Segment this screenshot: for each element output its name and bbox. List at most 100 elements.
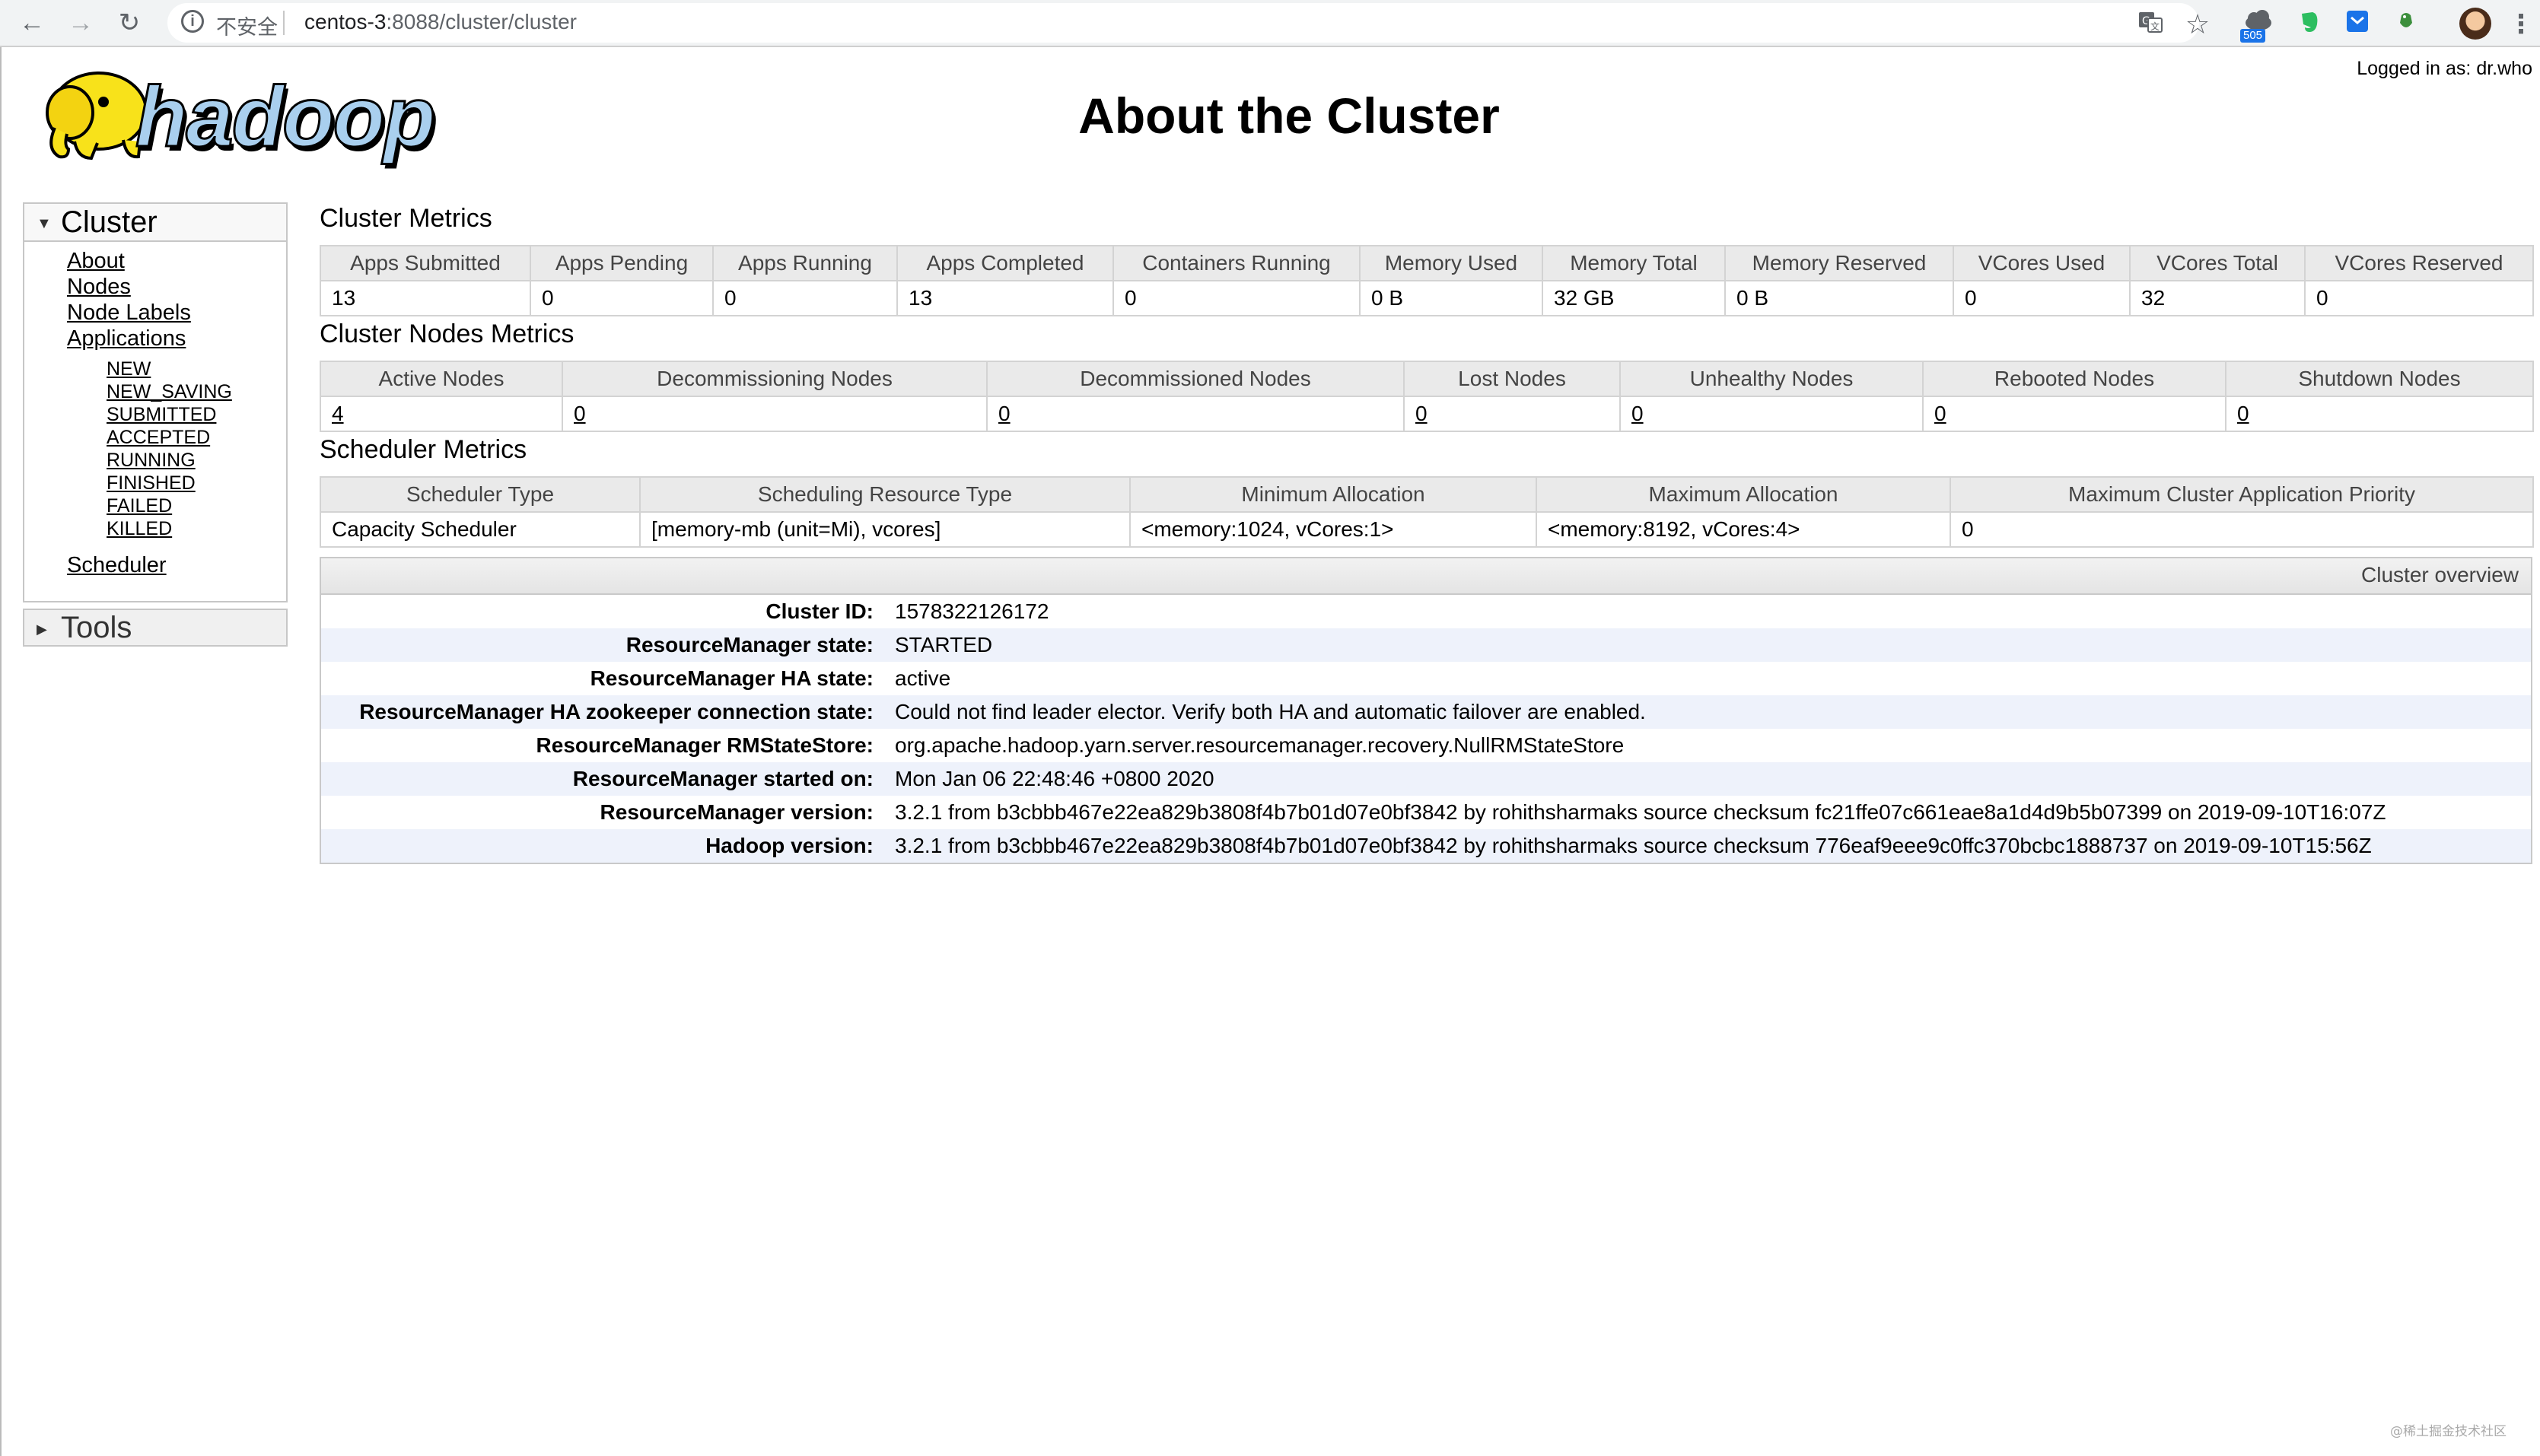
sidebar-cluster: ▼ Cluster About Nodes Node Labels Applica… bbox=[23, 202, 288, 602]
overview-value: Mon Jan 06 22:48:46 +0800 2020 bbox=[893, 762, 2531, 796]
column-header[interactable]: Containers Running bbox=[1112, 245, 1361, 281]
cluster-overview-header: Cluster overview bbox=[321, 558, 2531, 595]
app-state-submitted[interactable]: SUBMITTED bbox=[107, 404, 216, 425]
column-header[interactable]: Maximum Cluster Application Priority bbox=[1950, 476, 2534, 513]
metric-value: 0 bbox=[2304, 280, 2534, 316]
page-left-border bbox=[0, 47, 2, 1456]
column-header[interactable]: Memory Total bbox=[1542, 245, 1726, 281]
evernote-icon[interactable] bbox=[2293, 9, 2324, 40]
page-title: About the Cluster bbox=[1078, 87, 1500, 144]
node-metrics-header-row: Active Nodes Decommissioning Nodes Decom… bbox=[320, 361, 2534, 397]
app-state-new[interactable]: NEW bbox=[107, 358, 151, 380]
scheduler-value: <memory:1024, vCores:1> bbox=[1129, 511, 1537, 548]
app-state-finished[interactable]: FINISHED bbox=[107, 472, 196, 494]
column-header[interactable]: Shutdown Nodes bbox=[2225, 361, 2534, 397]
sidebar-link-scheduler[interactable]: Scheduler bbox=[67, 553, 167, 577]
active-nodes-link[interactable]: 4 bbox=[332, 402, 344, 425]
sidebar-link-applications[interactable]: Applications bbox=[67, 326, 186, 351]
reload-icon[interactable]: ↻ bbox=[113, 6, 146, 40]
unhealthy-nodes-link[interactable]: 0 bbox=[1631, 402, 1644, 425]
column-header[interactable]: VCores Total bbox=[2129, 245, 2306, 281]
table-row: Capacity Scheduler [memory-mb (unit=Mi),… bbox=[320, 511, 2534, 548]
column-header[interactable]: Lost Nodes bbox=[1403, 361, 1621, 397]
overview-label: Cluster ID: bbox=[766, 599, 874, 623]
cluster-overview-table: Cluster ID: 1578322126172 ResourceManager… bbox=[321, 595, 2531, 863]
decommissioning-nodes-link[interactable]: 0 bbox=[574, 402, 586, 425]
lost-nodes-link[interactable]: 0 bbox=[1415, 402, 1428, 425]
column-header[interactable]: VCores Reserved bbox=[2304, 245, 2534, 281]
table-row: 13 0 0 13 0 0 B 32 GB 0 B 0 32 0 bbox=[320, 280, 2534, 316]
column-header[interactable]: Scheduling Resource Type bbox=[639, 476, 1131, 513]
scheduler-metrics-table: Scheduler Type Scheduling Resource Type … bbox=[320, 476, 2534, 548]
column-header[interactable]: Decommissioned Nodes bbox=[986, 361, 1405, 397]
column-header[interactable]: Apps Running bbox=[712, 245, 898, 281]
column-header[interactable]: Decommissioning Nodes bbox=[562, 361, 988, 397]
sidebar-link-node-labels[interactable]: Node Labels bbox=[67, 300, 191, 325]
table-row: ResourceManager version: 3.2.1 from b3cbb… bbox=[321, 796, 2531, 829]
decommissioned-nodes-link[interactable]: 0 bbox=[998, 402, 1011, 425]
star-icon[interactable]: ☆ bbox=[2182, 9, 2213, 40]
app-state-killed[interactable]: KILLED bbox=[107, 518, 172, 539]
extension-badge: 505 bbox=[2240, 29, 2266, 43]
scheduler-value: <memory:8192, vCores:4> bbox=[1536, 511, 1951, 548]
table-row: ResourceManager started on: Mon Jan 06 22… bbox=[321, 762, 2531, 796]
page-content: hadoop hadoop About the Cluster Logged i… bbox=[0, 47, 2540, 1456]
column-header[interactable]: Maximum Allocation bbox=[1536, 476, 1951, 513]
metric-value: 32 GB bbox=[1542, 280, 1726, 316]
cluster-metrics-header-row: Apps Submitted Apps Pending Apps Running… bbox=[320, 245, 2534, 281]
sidebar-cluster-header[interactable]: ▼ Cluster bbox=[24, 204, 286, 242]
column-header[interactable]: Scheduler Type bbox=[320, 476, 641, 513]
metric-value: 13 bbox=[320, 280, 531, 316]
address-bar[interactable]: i 不安全 centos-3:8088/cluster/cluster bbox=[167, 3, 2199, 43]
overview-label: ResourceManager state: bbox=[321, 628, 893, 662]
back-arrow-icon[interactable]: ← bbox=[15, 6, 49, 40]
sidebar-tools-header[interactable]: ▶ Tools bbox=[23, 609, 288, 647]
column-header[interactable]: Apps Pending bbox=[530, 245, 714, 281]
overview-value: Could not find leader elector. Verify bo… bbox=[893, 695, 2531, 729]
sidebar-links: About Nodes Node Labels Applications NEW… bbox=[24, 242, 286, 586]
app-state-accepted[interactable]: ACCEPTED bbox=[107, 427, 210, 448]
app-state-running[interactable]: RUNNING bbox=[107, 450, 196, 471]
column-header[interactable]: Unhealthy Nodes bbox=[1619, 361, 1924, 397]
overview-label: ResourceManager started on: bbox=[321, 762, 893, 796]
url-divider bbox=[283, 11, 285, 35]
watermark: @稀土掘金技术社区 bbox=[2390, 1424, 2507, 1439]
overview-value: STARTED bbox=[893, 628, 2531, 662]
triangle-right-icon: ▶ bbox=[37, 622, 47, 637]
rebooted-nodes-link[interactable]: 0 bbox=[1934, 402, 1946, 425]
sidebar-link-about[interactable]: About bbox=[67, 249, 125, 273]
table-row: 4 0 0 0 0 0 0 bbox=[320, 396, 2534, 432]
url-text[interactable]: centos-3:8088/cluster/cluster bbox=[304, 10, 577, 34]
column-header[interactable]: Memory Used bbox=[1359, 245, 1543, 281]
column-header[interactable]: Memory Reserved bbox=[1724, 245, 1954, 281]
column-header[interactable]: Apps Submitted bbox=[320, 245, 531, 281]
cluster-metrics-table: Apps Submitted Apps Pending Apps Running… bbox=[320, 245, 2534, 316]
overview-label: ResourceManager HA zookeeper connection … bbox=[321, 695, 893, 729]
app-state-failed[interactable]: FAILED bbox=[107, 495, 172, 517]
sidebar-link-nodes[interactable]: Nodes bbox=[67, 275, 131, 299]
scheduler-value: [memory-mb (unit=Mi), vcores] bbox=[639, 511, 1131, 548]
overview-value: 3.2.1 from b3cbbb467e22ea829b3808f4b7b01… bbox=[895, 800, 2386, 824]
forward-arrow-icon[interactable]: → bbox=[64, 6, 97, 40]
overview-value: 1578322126172 bbox=[895, 599, 1049, 623]
column-header[interactable]: Active Nodes bbox=[320, 361, 563, 397]
column-header[interactable]: Apps Completed bbox=[896, 245, 1114, 281]
app-state-links: NEW NEW_SAVING SUBMITTED ACCEPTED RUNNIN… bbox=[67, 358, 286, 540]
triangle-down-icon: ▼ bbox=[37, 215, 52, 233]
translate-icon[interactable]: G文 bbox=[2135, 9, 2166, 40]
column-header[interactable]: Rebooted Nodes bbox=[1922, 361, 2226, 397]
column-header[interactable]: Minimum Allocation bbox=[1129, 476, 1537, 513]
mail-extension-icon[interactable] bbox=[2342, 9, 2373, 40]
menu-dots-icon[interactable]: ⋮ bbox=[2508, 9, 2534, 40]
column-header[interactable]: VCores Used bbox=[1953, 245, 2131, 281]
svg-text:文: 文 bbox=[2150, 21, 2160, 32]
info-icon[interactable]: i bbox=[181, 10, 204, 33]
app-state-new-saving[interactable]: NEW_SAVING bbox=[107, 381, 232, 402]
metric-value: 0 bbox=[712, 280, 898, 316]
profile-avatar-icon[interactable] bbox=[2459, 8, 2491, 40]
android-extension-icon[interactable] bbox=[2391, 9, 2421, 40]
overview-label: ResourceManager HA state: bbox=[590, 666, 874, 690]
shutdown-nodes-link[interactable]: 0 bbox=[2237, 402, 2249, 425]
overview-value: org.apache.hadoop.yarn.server.resourcema… bbox=[895, 733, 1625, 757]
metric-value: 0 B bbox=[1724, 280, 1954, 316]
